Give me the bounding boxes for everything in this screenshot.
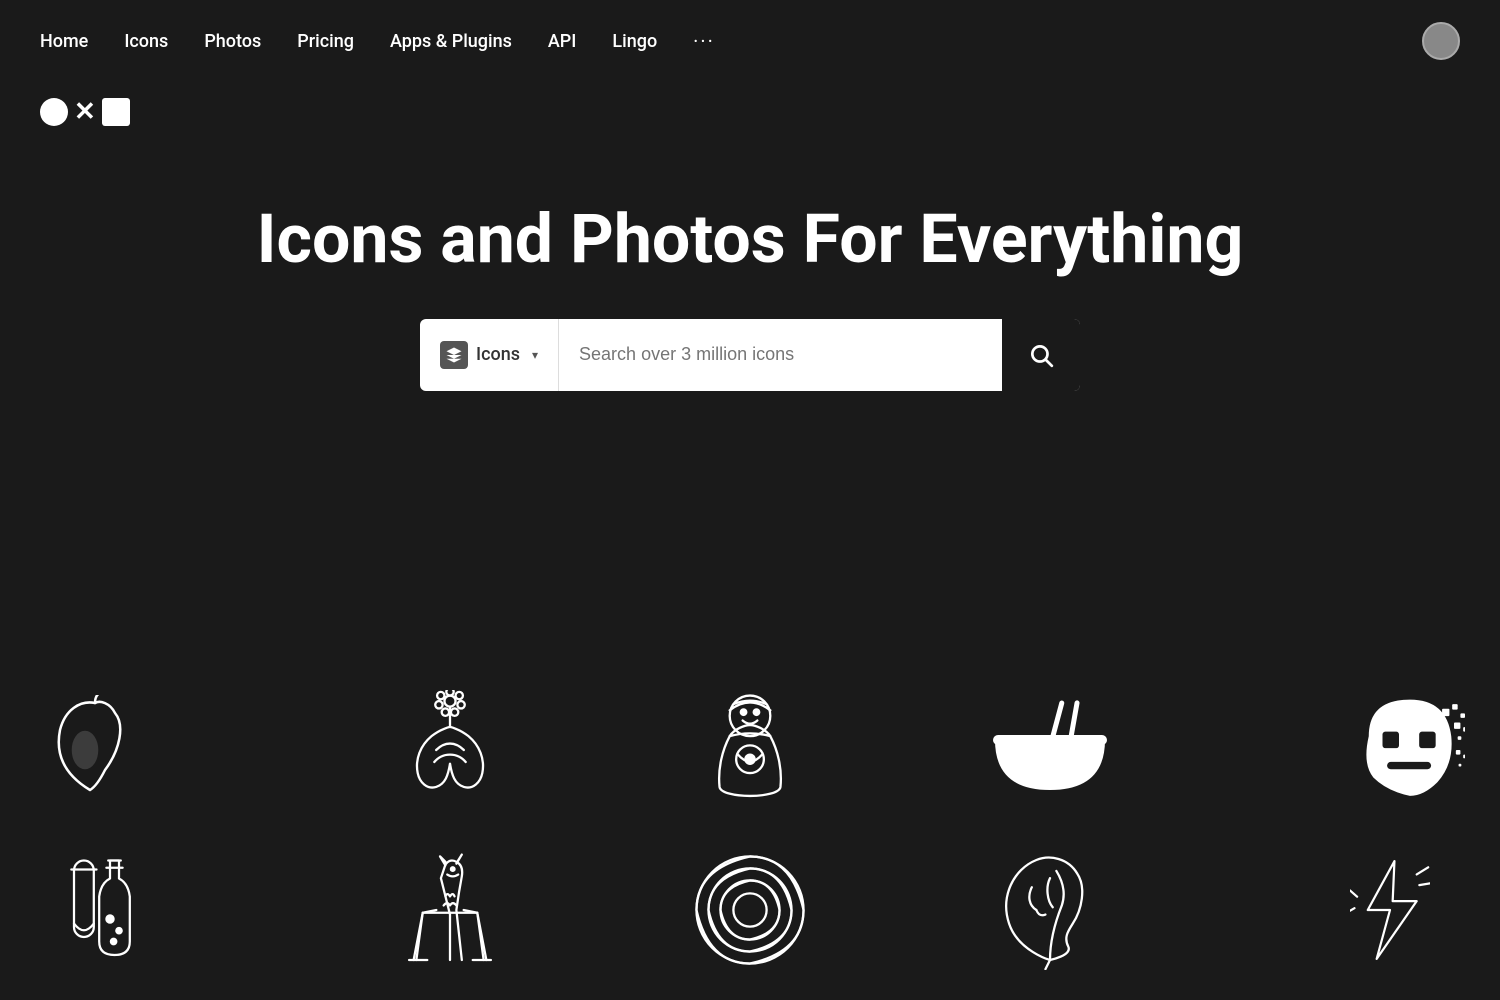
- nav-pricing[interactable]: Pricing: [297, 31, 354, 52]
- search-type-selector[interactable]: Icons ▾: [420, 319, 559, 391]
- search-input[interactable]: [559, 319, 1002, 391]
- nav-more-button[interactable]: ···: [693, 29, 715, 53]
- nav-home[interactable]: Home: [40, 31, 88, 52]
- nav-lingo[interactable]: Lingo: [612, 31, 657, 52]
- icon-pepper[interactable]: [0, 680, 180, 820]
- hero-section: Icons and Photos For Everything Icons ▾: [0, 202, 1500, 391]
- user-avatar[interactable]: [1422, 22, 1460, 60]
- search-type-icon: [440, 341, 468, 369]
- nav-apps[interactable]: Apps & Plugins: [390, 31, 512, 52]
- icon-lightning[interactable]: [1300, 840, 1480, 980]
- search-bar: Icons ▾: [420, 319, 1080, 391]
- nav-photos[interactable]: Photos: [204, 31, 261, 52]
- nav-links: Home Icons Photos Pricing Apps & Plugins…: [40, 29, 715, 53]
- navigation: Home Icons Photos Pricing Apps & Plugins…: [0, 0, 1500, 82]
- icon-llama[interactable]: [360, 840, 540, 980]
- nav-icons[interactable]: Icons: [124, 31, 168, 52]
- logo-circle: [40, 98, 68, 126]
- logo-x: ✕: [74, 99, 96, 125]
- icon-tubes[interactable]: [20, 840, 200, 980]
- search-icon: [1028, 342, 1054, 368]
- icon-bowl[interactable]: [960, 680, 1140, 820]
- logo-square: [102, 98, 130, 126]
- icon-leaf[interactable]: [960, 840, 1140, 980]
- logo: ✕: [0, 82, 1500, 142]
- icon-lungs[interactable]: [360, 680, 540, 820]
- icons-row-1: [0, 660, 1500, 840]
- nav-api[interactable]: API: [548, 31, 577, 52]
- icon-pattern[interactable]: [660, 840, 840, 980]
- chevron-down-icon: ▾: [532, 348, 538, 362]
- hero-title: Icons and Photos For Everything: [257, 202, 1244, 277]
- icon-matryoshka[interactable]: [660, 680, 840, 820]
- search-button[interactable]: [1002, 319, 1080, 391]
- icons-grid: [0, 660, 1500, 1000]
- icon-ai-head[interactable]: [1320, 680, 1500, 820]
- search-type-label: Icons: [476, 344, 520, 365]
- icons-row-2: [0, 820, 1500, 1000]
